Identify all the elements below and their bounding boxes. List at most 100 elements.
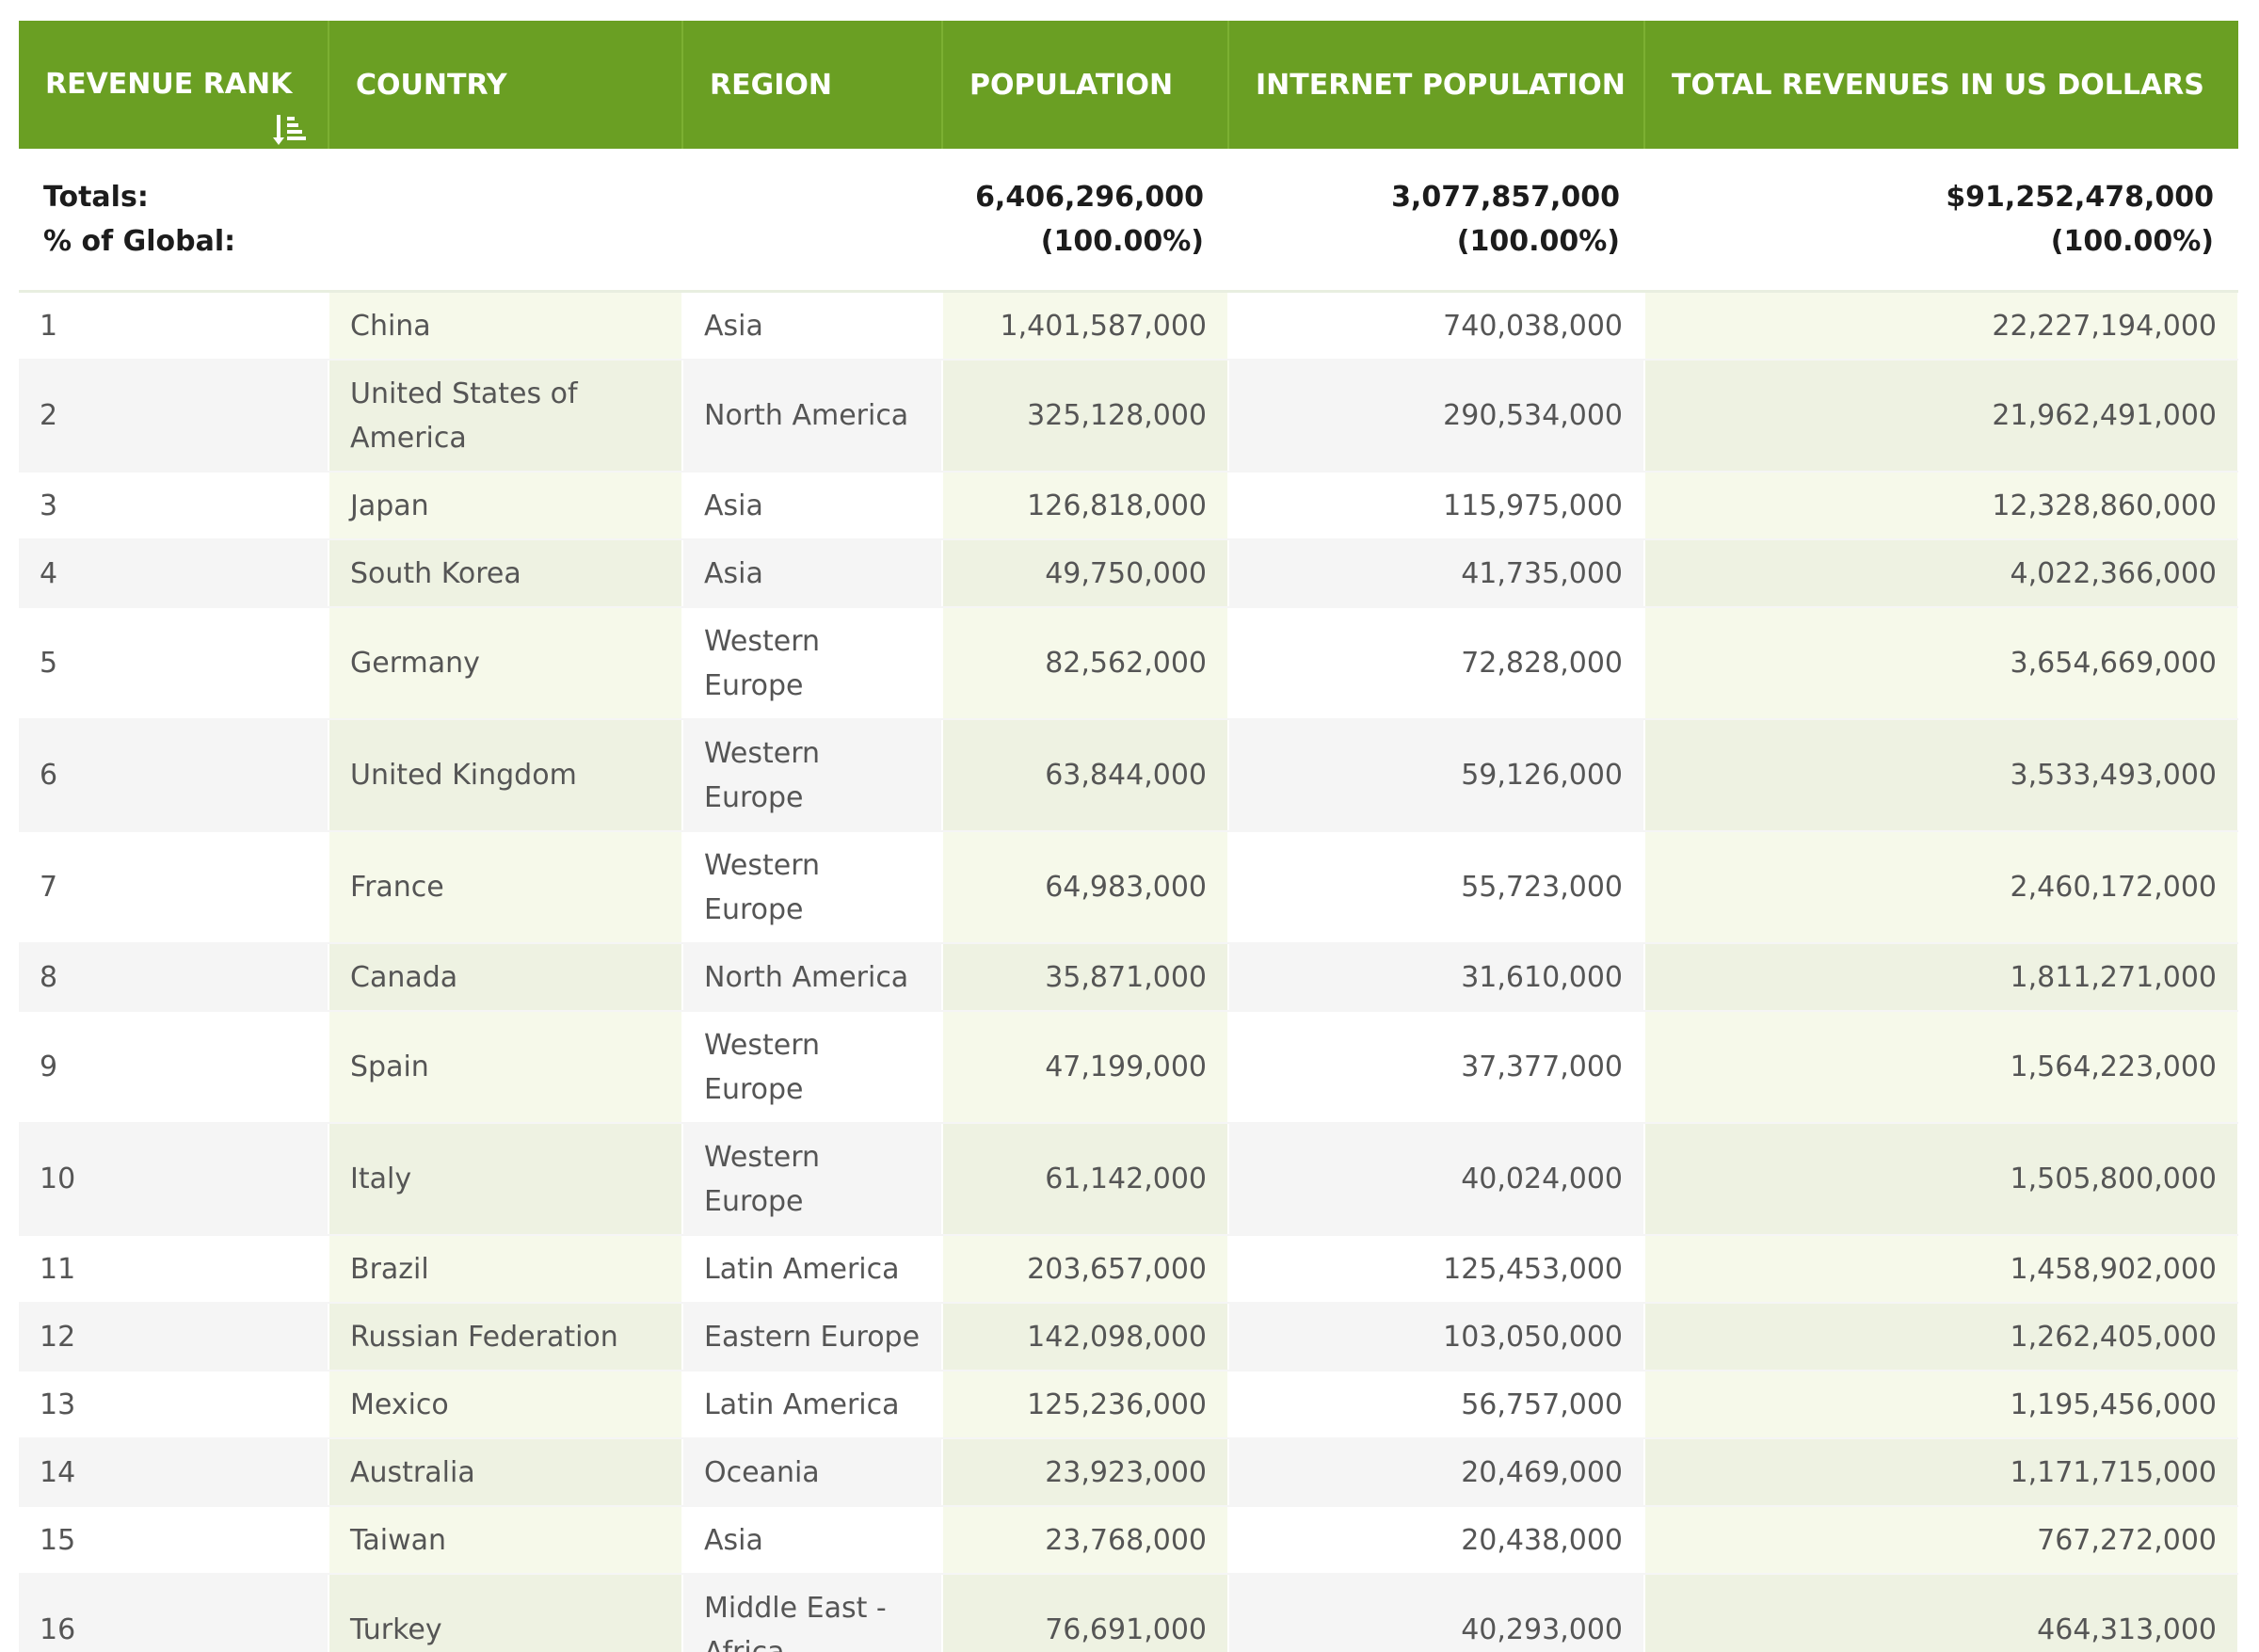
internet-population-cell: 125,453,000 bbox=[1228, 1235, 1645, 1304]
table-row: 8 Canada North America 35,871,000 31,610… bbox=[19, 943, 2238, 1012]
totals-revenue-cell: $91,252,478,000 (100.00%) bbox=[1644, 149, 2238, 293]
totals-region-cell bbox=[682, 149, 942, 293]
table-row: 2 United States of America North America… bbox=[19, 360, 2238, 473]
region-cell: Oceania bbox=[682, 1438, 943, 1507]
population-cell: 142,098,000 bbox=[942, 1303, 1229, 1371]
internet-population-cell: 56,757,000 bbox=[1228, 1371, 1645, 1439]
revenue-cell: 464,313,000 bbox=[1644, 1574, 2238, 1652]
region-cell: Asia bbox=[682, 539, 943, 608]
internet-population-cell: 40,024,000 bbox=[1228, 1123, 1645, 1236]
internet-population-cell: 31,610,000 bbox=[1228, 943, 1645, 1012]
country-cell: Japan bbox=[328, 472, 683, 540]
rank-cell: 10 bbox=[19, 1123, 329, 1236]
rank-cell: 1 bbox=[19, 291, 329, 361]
region-cell: Latin America bbox=[682, 1235, 943, 1304]
header-row: REVENUE RANK COUNTRY REGION POPULATION I… bbox=[19, 21, 2238, 149]
region-cell: Western Europe bbox=[682, 831, 943, 944]
region-cell: Asia bbox=[682, 1506, 943, 1575]
population-cell: 76,691,000 bbox=[942, 1574, 1229, 1652]
rank-cell: 16 bbox=[19, 1574, 329, 1652]
population-cell: 61,142,000 bbox=[942, 1123, 1229, 1236]
table-row: 5 Germany Western Europe 82,562,000 72,8… bbox=[19, 607, 2238, 720]
table-row: 6 United Kingdom Western Europe 63,844,0… bbox=[19, 719, 2238, 832]
population-cell: 23,923,000 bbox=[942, 1438, 1229, 1507]
internet-population-cell: 41,735,000 bbox=[1228, 539, 1645, 608]
totals-internet-population: 3,077,857,000 bbox=[1391, 181, 1620, 214]
table-row: 14 Australia Oceania 23,923,000 20,469,0… bbox=[19, 1438, 2238, 1507]
internet-population-cell: 115,975,000 bbox=[1228, 472, 1645, 540]
internet-population-cell: 55,723,000 bbox=[1228, 831, 1645, 944]
totals-population: 6,406,296,000 bbox=[975, 181, 1204, 214]
column-header-region[interactable]: REGION bbox=[682, 21, 943, 149]
column-header-revenue-rank[interactable]: REVENUE RANK bbox=[19, 21, 329, 149]
population-cell: 1,401,587,000 bbox=[942, 291, 1229, 361]
revenue-cell: 767,272,000 bbox=[1644, 1506, 2238, 1575]
internet-population-cell: 40,293,000 bbox=[1228, 1574, 1645, 1652]
column-header-total-revenues[interactable]: TOTAL REVENUES IN US DOLLARS bbox=[1644, 21, 2238, 149]
revenue-cell: 21,962,491,000 bbox=[1644, 360, 2238, 473]
sort-descending-icon[interactable] bbox=[271, 111, 309, 149]
revenue-cell: 1,458,902,000 bbox=[1644, 1235, 2238, 1304]
totals-country-cell bbox=[328, 149, 682, 293]
population-cell: 23,768,000 bbox=[942, 1506, 1229, 1575]
totals-population-pct: (100.00%) bbox=[1040, 225, 1204, 258]
population-cell: 203,657,000 bbox=[942, 1235, 1229, 1304]
table-row: 1 China Asia 1,401,587,000 740,038,000 2… bbox=[19, 291, 2238, 361]
region-cell: North America bbox=[682, 943, 943, 1012]
population-cell: 126,818,000 bbox=[942, 472, 1229, 540]
revenue-cell: 2,460,172,000 bbox=[1644, 831, 2238, 944]
internet-population-cell: 59,126,000 bbox=[1228, 719, 1645, 832]
rank-cell: 4 bbox=[19, 539, 329, 608]
country-cell: Australia bbox=[328, 1438, 683, 1507]
table-row: 9 Spain Western Europe 47,199,000 37,377… bbox=[19, 1011, 2238, 1124]
column-header-label: REVENUE RANK bbox=[45, 68, 293, 101]
internet-population-cell: 103,050,000 bbox=[1228, 1303, 1645, 1371]
population-cell: 64,983,000 bbox=[942, 831, 1229, 944]
country-cell: South Korea bbox=[328, 539, 683, 608]
column-header-country[interactable]: COUNTRY bbox=[328, 21, 683, 149]
table-row: 4 South Korea Asia 49,750,000 41,735,000… bbox=[19, 539, 2238, 608]
country-cell: Turkey bbox=[328, 1574, 683, 1652]
totals-row: Totals: % of Global: 6,406,296,000 (100.… bbox=[19, 149, 2238, 293]
table-row: 13 Mexico Latin America 125,236,000 56,7… bbox=[19, 1371, 2238, 1439]
totals-revenues: $91,252,478,000 bbox=[1946, 181, 2214, 214]
revenue-cell: 1,262,405,000 bbox=[1644, 1303, 2238, 1371]
revenue-table-container: REVENUE RANK COUNTRY REGION POPULATION I… bbox=[19, 21, 2238, 1652]
rank-cell: 15 bbox=[19, 1506, 329, 1575]
population-cell: 325,128,000 bbox=[942, 360, 1229, 473]
country-cell: China bbox=[328, 291, 683, 361]
revenue-cell: 22,227,194,000 bbox=[1644, 291, 2238, 361]
revenue-cell: 3,654,669,000 bbox=[1644, 607, 2238, 720]
revenue-cell: 1,195,456,000 bbox=[1644, 1371, 2238, 1439]
revenue-cell: 1,171,715,000 bbox=[1644, 1438, 2238, 1507]
internet-population-cell: 20,469,000 bbox=[1228, 1438, 1645, 1507]
country-cell: Italy bbox=[328, 1123, 683, 1236]
country-cell: United States of America bbox=[328, 360, 683, 473]
region-cell: Middle East - Africa bbox=[682, 1574, 943, 1652]
rank-cell: 6 bbox=[19, 719, 329, 832]
internet-population-cell: 740,038,000 bbox=[1228, 291, 1645, 361]
country-cell: Mexico bbox=[328, 1371, 683, 1439]
region-cell: Western Europe bbox=[682, 1011, 943, 1124]
table-row: 7 France Western Europe 64,983,000 55,72… bbox=[19, 831, 2238, 944]
country-cell: Spain bbox=[328, 1011, 683, 1124]
table-row: 16 Turkey Middle East - Africa 76,691,00… bbox=[19, 1574, 2238, 1652]
population-cell: 82,562,000 bbox=[942, 607, 1229, 720]
country-cell: Canada bbox=[328, 943, 683, 1012]
totals-revenues-pct: (100.00%) bbox=[2050, 225, 2214, 258]
column-header-internet-population[interactable]: INTERNET POPULATION bbox=[1228, 21, 1645, 149]
rank-cell: 9 bbox=[19, 1011, 329, 1124]
rank-cell: 13 bbox=[19, 1371, 329, 1439]
country-cell: Russian Federation bbox=[328, 1303, 683, 1371]
table-body: 1 China Asia 1,401,587,000 740,038,000 2… bbox=[19, 291, 2238, 1652]
population-cell: 49,750,000 bbox=[942, 539, 1229, 608]
column-header-population[interactable]: POPULATION bbox=[942, 21, 1229, 149]
totals-population-cell: 6,406,296,000 (100.00%) bbox=[942, 149, 1228, 293]
totals-internet-cell: 3,077,857,000 (100.00%) bbox=[1228, 149, 1644, 293]
table-row: 3 Japan Asia 126,818,000 115,975,000 12,… bbox=[19, 472, 2238, 540]
revenue-cell: 1,505,800,000 bbox=[1644, 1123, 2238, 1236]
revenue-table: REVENUE RANK COUNTRY REGION POPULATION I… bbox=[19, 21, 2238, 1652]
country-cell: United Kingdom bbox=[328, 719, 683, 832]
population-cell: 35,871,000 bbox=[942, 943, 1229, 1012]
rank-cell: 11 bbox=[19, 1235, 329, 1304]
